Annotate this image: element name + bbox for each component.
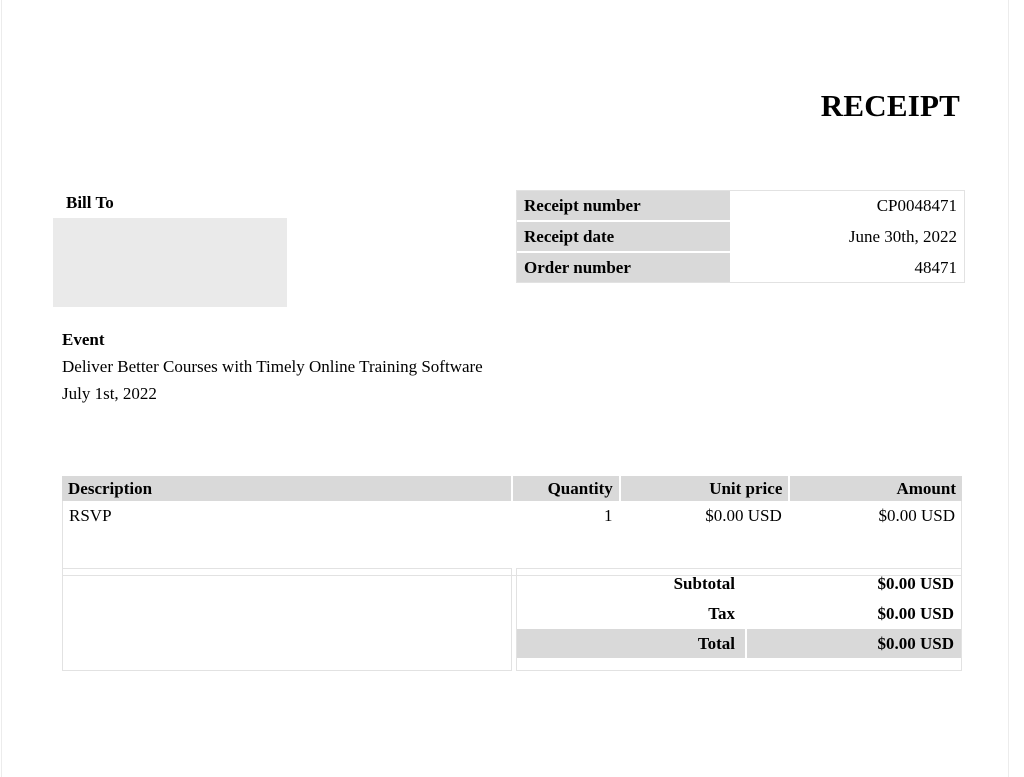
totals-section: Subtotal $0.00 USD Tax $0.00 USD Total $…: [62, 568, 962, 671]
column-header-unit-price: Unit price: [620, 476, 789, 501]
totals-table: Subtotal $0.00 USD Tax $0.00 USD Total $…: [516, 568, 962, 671]
table-row: Receipt number CP0048471: [517, 191, 964, 220]
event-name: Deliver Better Courses with Timely Onlin…: [62, 357, 483, 376]
table-row: Receipt date June 30th, 2022: [517, 222, 964, 251]
table-row: Order number 48471: [517, 253, 964, 282]
receipt-date-value: June 30th, 2022: [848, 226, 957, 246]
item-amount: $0.00 USD: [878, 506, 955, 525]
item-description: RSVP: [69, 506, 112, 525]
line-items-header-row: Description Quantity Unit price Amount: [62, 476, 962, 501]
column-header-description: Description: [62, 476, 511, 501]
event-section: Event Deliver Better Courses with Timely…: [62, 330, 512, 404]
table-row: Total $0.00 USD: [517, 629, 961, 658]
table-row: Subtotal $0.00 USD: [517, 569, 961, 598]
tax-label: Tax: [708, 603, 735, 623]
table-row: Tax $0.00 USD: [517, 599, 961, 628]
item-unit-price: $0.00 USD: [705, 506, 782, 525]
line-items-body: RSVP 1 $0.00 USD $0.00 USD: [62, 501, 962, 576]
subtotal-value: $0.00 USD: [877, 573, 954, 593]
page-title: RECEIPT: [820, 88, 960, 123]
bill-to-value-placeholder: [53, 218, 287, 307]
event-label: Event: [62, 330, 105, 349]
receipt-number-value: CP0048471: [876, 195, 957, 215]
notes-box: [62, 568, 512, 671]
table-row: RSVP 1 $0.00 USD $0.00 USD: [63, 501, 961, 531]
column-header-amount: Amount: [790, 476, 962, 501]
receipt-number-label: Receipt number: [517, 191, 730, 220]
receipt-date-label: Receipt date: [517, 222, 730, 251]
bill-to-section: Bill To: [53, 193, 289, 307]
total-value: $0.00 USD: [747, 629, 961, 658]
subtotal-label: Subtotal: [673, 573, 735, 593]
line-items-table: Description Quantity Unit price Amount R…: [62, 476, 962, 576]
column-header-quantity: Quantity: [512, 476, 619, 501]
order-number-label: Order number: [517, 253, 730, 282]
order-number-value: 48471: [914, 257, 958, 277]
receipt-page: RECEIPT Bill To Receipt number CP0048471…: [1, 0, 1009, 777]
total-label: Total: [517, 629, 745, 658]
receipt-meta-table: Receipt number CP0048471 Receipt date Ju…: [516, 190, 965, 283]
tax-value: $0.00 USD: [877, 603, 954, 623]
bill-to-label: Bill To: [66, 193, 114, 212]
event-date: July 1st, 2022: [62, 384, 157, 403]
item-quantity: 1: [604, 506, 613, 525]
